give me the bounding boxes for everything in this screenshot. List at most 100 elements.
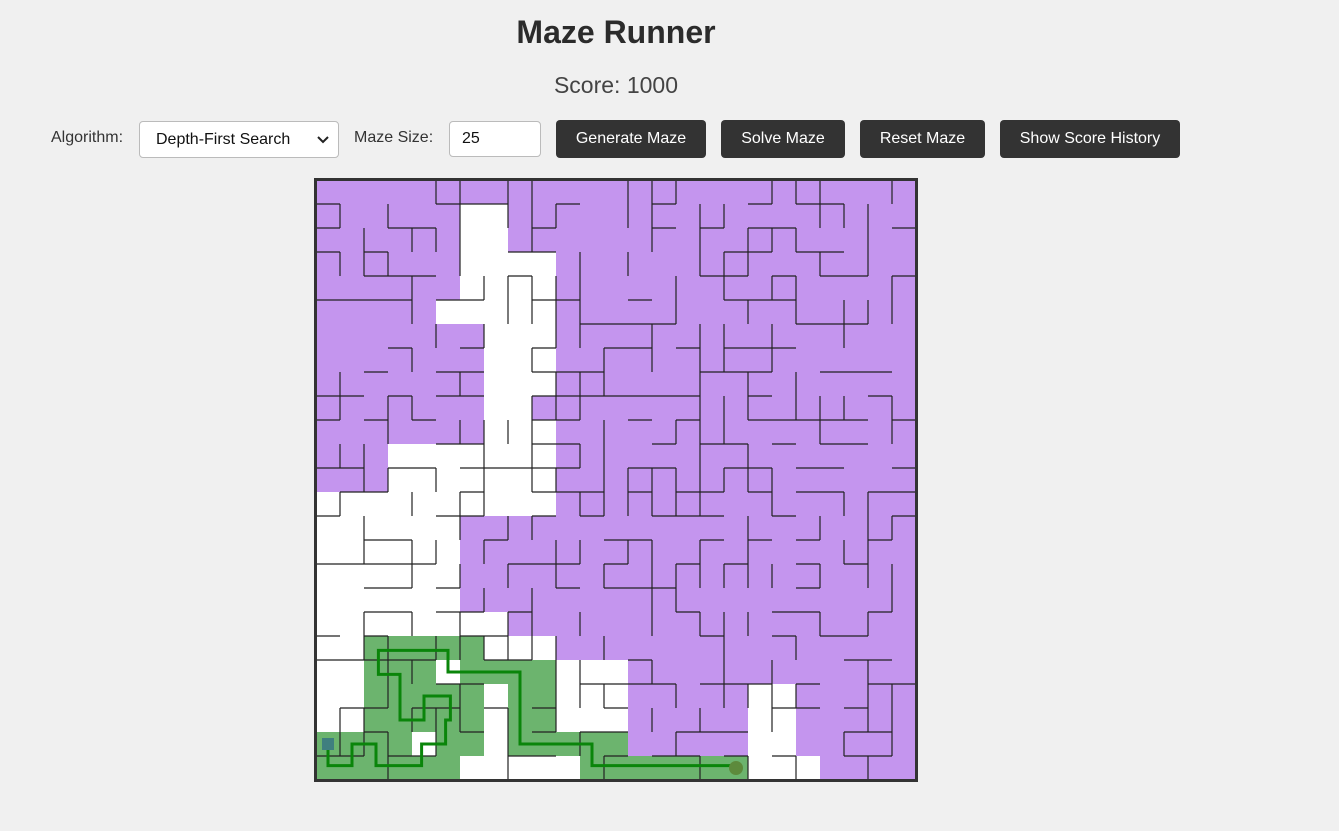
visited-cell (532, 588, 556, 612)
visited-cell (556, 396, 580, 420)
visited-cell (652, 540, 676, 564)
generate-maze-button[interactable]: Generate Maze (556, 120, 706, 158)
visited-cell (868, 324, 892, 348)
visited-cell (556, 300, 580, 324)
visited-cell (748, 420, 772, 444)
open-cell (484, 396, 508, 420)
open-cell (412, 516, 436, 540)
visited-cell (604, 396, 628, 420)
visited-cell (892, 420, 916, 444)
open-cell (484, 252, 508, 276)
open-cell (460, 492, 484, 516)
visited-cell (652, 396, 676, 420)
visited-cell (796, 564, 820, 588)
reset-maze-button[interactable]: Reset Maze (860, 120, 985, 158)
open-cell (508, 300, 532, 324)
visited-cell (316, 204, 340, 228)
visited-cell (508, 588, 532, 612)
visited-cell (676, 444, 700, 468)
open-cell (436, 492, 460, 516)
open-cell (484, 708, 508, 732)
visited-cell (868, 204, 892, 228)
open-cell (532, 444, 556, 468)
visited-cell (460, 540, 484, 564)
visited-cell (364, 276, 388, 300)
visited-cell (628, 204, 652, 228)
maze-canvas[interactable] (314, 178, 918, 782)
visited-cell (772, 660, 796, 684)
visited-cell (892, 516, 916, 540)
visited-cell (604, 252, 628, 276)
visited-cell (892, 612, 916, 636)
visited-cell (820, 204, 844, 228)
visited-cell (700, 612, 724, 636)
open-cell (436, 516, 460, 540)
visited-cell (772, 636, 796, 660)
open-cell (484, 468, 508, 492)
visited-cell (796, 228, 820, 252)
visited-cell (796, 372, 820, 396)
visited-cell (772, 516, 796, 540)
open-cell (604, 684, 628, 708)
visited-cell (844, 732, 868, 756)
visited-cell (316, 252, 340, 276)
visited-cell (652, 420, 676, 444)
maze-size-input[interactable] (449, 121, 541, 157)
visited-cell (796, 540, 820, 564)
open-cell (748, 684, 772, 708)
visited-cell (772, 444, 796, 468)
visited-cell (652, 708, 676, 732)
visited-cell (604, 636, 628, 660)
visited-cell (844, 420, 868, 444)
visited-cell (652, 204, 676, 228)
visited-cell (532, 180, 556, 204)
visited-cell (580, 588, 604, 612)
path-cell (460, 732, 484, 756)
visited-cell (556, 444, 580, 468)
visited-cell (628, 300, 652, 324)
visited-cell (868, 348, 892, 372)
visited-cell (796, 180, 820, 204)
visited-cell (700, 492, 724, 516)
path-cell (460, 708, 484, 732)
path-cell (412, 660, 436, 684)
visited-cell (628, 540, 652, 564)
visited-cell (580, 564, 604, 588)
open-cell (748, 756, 772, 780)
algorithm-select[interactable]: Depth-First Search (139, 121, 339, 158)
visited-cell (772, 180, 796, 204)
visited-cell (772, 612, 796, 636)
visited-cell (436, 252, 460, 276)
visited-cell (556, 492, 580, 516)
visited-cell (628, 732, 652, 756)
open-cell (532, 324, 556, 348)
open-cell (412, 468, 436, 492)
solve-maze-button[interactable]: Solve Maze (721, 120, 845, 158)
open-cell (460, 612, 484, 636)
visited-cell (796, 612, 820, 636)
visited-cell (700, 324, 724, 348)
visited-cell (724, 228, 748, 252)
visited-cell (724, 636, 748, 660)
visited-cell (628, 348, 652, 372)
visited-cell (820, 468, 844, 492)
visited-cell (340, 276, 364, 300)
visited-cell (748, 204, 772, 228)
open-cell (484, 444, 508, 468)
visited-cell (772, 492, 796, 516)
visited-cell (724, 660, 748, 684)
open-cell (508, 420, 532, 444)
visited-cell (748, 516, 772, 540)
visited-cell (436, 324, 460, 348)
visited-cell (892, 396, 916, 420)
visited-cell (748, 660, 772, 684)
visited-cell (844, 276, 868, 300)
visited-cell (532, 228, 556, 252)
visited-cell (844, 708, 868, 732)
show-score-history-button[interactable]: Show Score History (1000, 120, 1180, 158)
open-cell (460, 444, 484, 468)
visited-cell (700, 660, 724, 684)
visited-cell (748, 180, 772, 204)
open-cell (340, 636, 364, 660)
visited-cell (340, 324, 364, 348)
